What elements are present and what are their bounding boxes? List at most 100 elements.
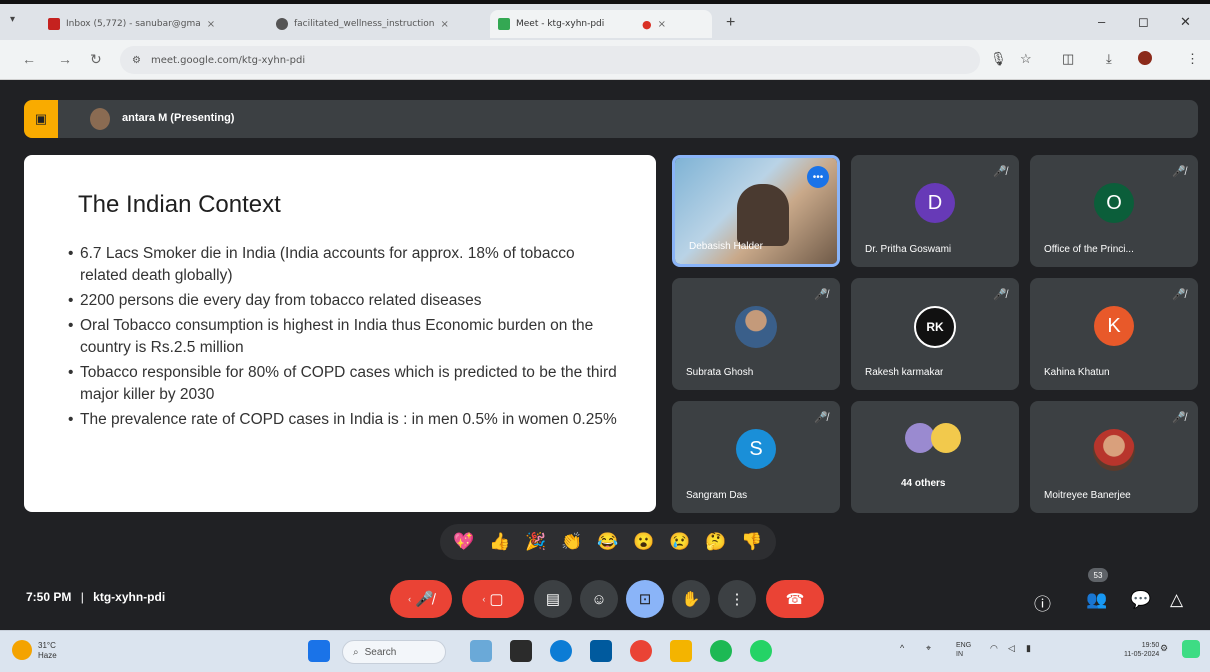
- tab-close-icon[interactable]: ×: [441, 19, 449, 30]
- reaction-heart[interactable]: 💖: [451, 532, 477, 552]
- globe-icon: [276, 18, 288, 30]
- mic-off-icon: 🎤̸: [1172, 289, 1186, 301]
- reaction-laugh[interactable]: 😂: [595, 532, 621, 552]
- leave-call-button[interactable]: ☎: [766, 580, 824, 618]
- region-code: IN: [956, 651, 963, 658]
- restore-button[interactable]: ◻: [1138, 14, 1149, 30]
- reaction-sad[interactable]: 😢: [667, 532, 693, 552]
- slide-bullet: 2200 persons die every day from tobacco …: [68, 290, 626, 312]
- language-indicator[interactable]: ENG IN: [956, 641, 971, 659]
- avatar: [90, 108, 110, 130]
- participant-tile[interactable]: 🎤̸ Moitreyee Banerjee: [1030, 401, 1198, 513]
- avatar: RK: [914, 306, 956, 348]
- windows-taskbar: 31°C Haze ⌕ Search ^ ⌖ ENG IN ◠ ◁ ▮ 19:5…: [0, 630, 1210, 672]
- reaction-thinking[interactable]: 🤔: [703, 532, 729, 552]
- profile-avatar[interactable]: [1138, 51, 1152, 65]
- copilot-icon[interactable]: [1182, 640, 1200, 658]
- system-clock[interactable]: 19:50 11-05-2024: [1124, 641, 1159, 659]
- tab-gmail[interactable]: Inbox (5,772) - sanubar@gma ×: [40, 10, 260, 38]
- captions-button[interactable]: ▤: [534, 580, 572, 618]
- bookmark-star-icon[interactable]: ☆: [1020, 51, 1032, 67]
- reaction-party[interactable]: 🎉: [523, 532, 549, 552]
- chevron-up-icon[interactable]: ^: [900, 643, 904, 653]
- raise-hand-emoji-button[interactable]: ☺: [580, 580, 618, 618]
- edge-icon[interactable]: [550, 640, 572, 662]
- more-options-icon[interactable]: •••: [807, 166, 829, 188]
- weather-condition: Haze: [38, 651, 57, 660]
- volume-icon[interactable]: ◁: [1008, 643, 1015, 654]
- others-tile[interactable]: 44 others: [851, 401, 1019, 513]
- clock-time: 19:50: [1141, 642, 1160, 649]
- reaction-thumbs-down[interactable]: 👎: [739, 532, 765, 552]
- captions-icon: ▤: [545, 591, 561, 608]
- battery-icon[interactable]: ▮: [1026, 643, 1031, 654]
- slide-bullet: Tobacco responsible for 80% of COPD case…: [68, 362, 626, 406]
- forward-icon[interactable]: →: [58, 51, 72, 67]
- reload-icon[interactable]: ↻: [90, 51, 102, 68]
- start-icon[interactable]: [308, 640, 330, 662]
- tab-close-icon[interactable]: ×: [658, 19, 666, 30]
- participant-tile[interactable]: 🎤̸ K Kahina Khatun: [1030, 278, 1198, 390]
- meeting-details-icon[interactable]: ⓘ: [1034, 590, 1051, 615]
- tab-title: Meet - ktg-xyhn-pdi: [516, 19, 605, 29]
- others-count: 44 others: [901, 478, 946, 489]
- more-options-button[interactable]: ⋮: [718, 580, 756, 618]
- reaction-surprised[interactable]: 😮: [631, 532, 657, 552]
- participant-name: Office of the Princi...: [1044, 244, 1134, 255]
- back-icon[interactable]: ←: [22, 51, 36, 67]
- camera-toggle-button[interactable]: ‹ ▢: [462, 580, 524, 618]
- tab-close-icon[interactable]: ×: [207, 19, 215, 30]
- meeting-info: 7:50 PM | ktg-xyhn-pdi: [26, 590, 165, 604]
- meet-icon: [498, 18, 510, 30]
- tab-title: Inbox (5,772) - sanubar@gma: [66, 19, 201, 29]
- file-explorer-icon[interactable]: [670, 640, 692, 662]
- hand-icon: ✋: [681, 591, 701, 608]
- download-icon[interactable]: ⤓: [1106, 51, 1112, 67]
- raise-hand-button[interactable]: ✋: [672, 580, 710, 618]
- mic-off-icon: 🎤̸: [814, 412, 828, 424]
- participant-tile[interactable]: 🎤̸ D Dr. Pritha Goswami: [851, 155, 1019, 267]
- extensions-icon[interactable]: ◫: [1062, 51, 1074, 67]
- location-icon[interactable]: ⌖: [926, 643, 931, 654]
- spotify-icon[interactable]: [710, 640, 732, 662]
- task-view-icon[interactable]: [510, 640, 532, 662]
- close-window-button[interactable]: ✕: [1180, 14, 1191, 30]
- store-icon[interactable]: [590, 640, 612, 662]
- settings-icon[interactable]: ⚙: [1160, 643, 1168, 654]
- tab-search-icon[interactable]: ▾: [10, 14, 15, 25]
- activities-icon[interactable]: △: [1170, 590, 1183, 610]
- wifi-icon[interactable]: ◠: [990, 643, 998, 654]
- gmail-icon: [48, 18, 60, 30]
- weather-widget[interactable]: 31°C Haze: [38, 641, 57, 661]
- site-info-icon[interactable]: ⚙: [132, 55, 141, 66]
- search-placeholder: Search: [364, 646, 397, 658]
- tab-meet[interactable]: Meet - ktg-xyhn-pdi ● ×: [490, 10, 712, 38]
- participant-tile[interactable]: 🎤̸ O Office of the Princi...: [1030, 155, 1198, 267]
- taskbar-search[interactable]: ⌕ Search: [342, 640, 446, 664]
- chrome-icon[interactable]: [630, 640, 652, 662]
- recording-indicator-icon: ●: [642, 17, 652, 31]
- slide-bullet-list: 6.7 Lacs Smoker die in India (India acco…: [68, 243, 626, 431]
- browser-menu-icon[interactable]: ⋮: [1186, 51, 1199, 67]
- reaction-thumbs-up[interactable]: 👍: [487, 532, 513, 552]
- presentation-icon[interactable]: ▣: [24, 100, 58, 138]
- participant-tile[interactable]: 🎤̸ Subrata Ghosh: [672, 278, 840, 390]
- new-tab-button[interactable]: +: [726, 14, 735, 32]
- people-icon[interactable]: 👥: [1086, 590, 1107, 610]
- participant-tile[interactable]: 🎤̸ S Sangram Das: [672, 401, 840, 513]
- chevron-icon[interactable]: ‹: [482, 594, 485, 604]
- present-screen-button[interactable]: ⊡: [626, 580, 664, 618]
- chevron-icon[interactable]: ‹: [408, 594, 411, 604]
- weather-icon[interactable]: [12, 640, 32, 660]
- participant-tile[interactable]: ••• Debasish Halder: [672, 155, 840, 267]
- minimize-button[interactable]: –: [1098, 14, 1105, 29]
- microphone-icon[interactable]: 🎙: [990, 51, 1007, 67]
- chat-icon[interactable]: 💬: [1130, 590, 1151, 610]
- app-icon[interactable]: [470, 640, 492, 662]
- tab-document[interactable]: facilitated_wellness_instruction ×: [268, 10, 482, 38]
- url-bar[interactable]: ⚙ meet.google.com/ktg-xyhn-pdi: [120, 46, 980, 74]
- microphone-toggle-button[interactable]: ‹ 🎤̸: [390, 580, 452, 618]
- reaction-clap[interactable]: 👏: [559, 532, 585, 552]
- whatsapp-icon[interactable]: [750, 640, 772, 662]
- participant-tile[interactable]: 🎤̸ RK Rakesh karmakar: [851, 278, 1019, 390]
